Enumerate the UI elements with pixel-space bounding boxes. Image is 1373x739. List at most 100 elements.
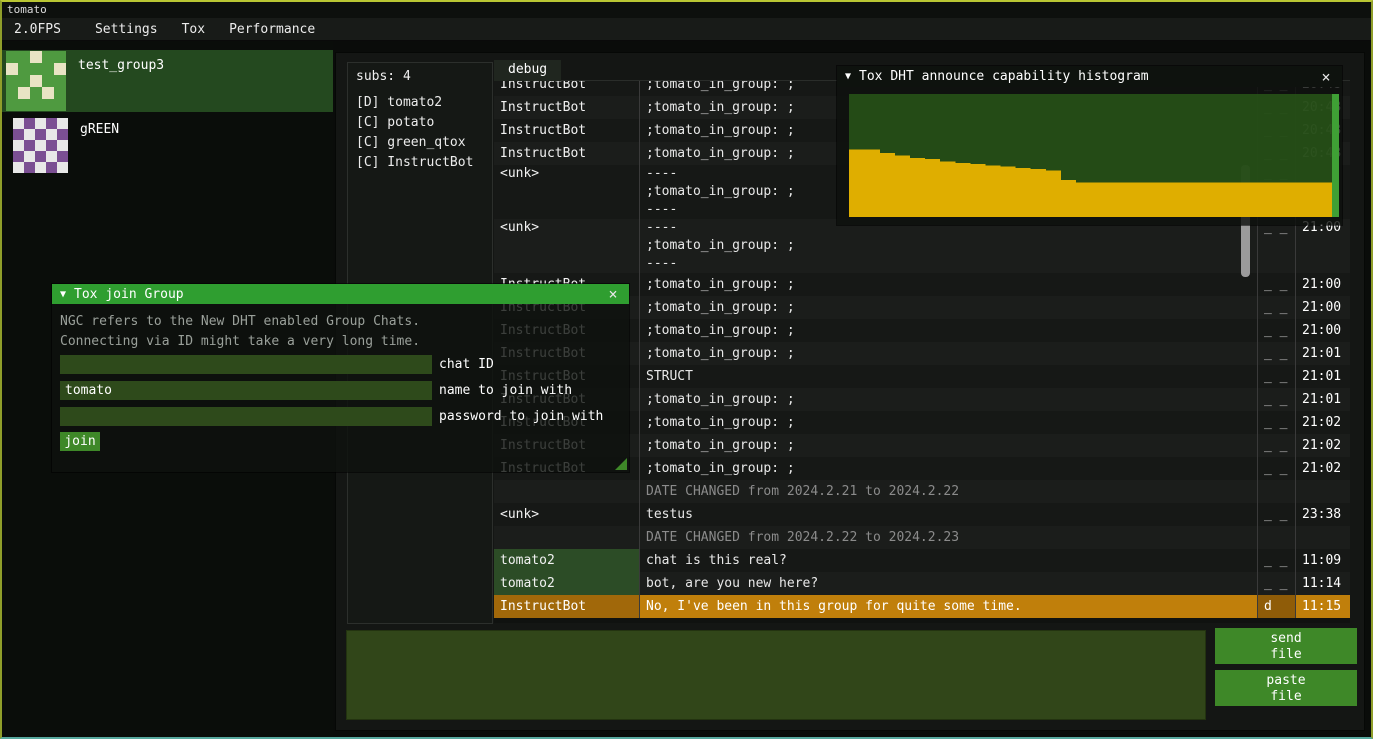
join-window-body: NGC refers to the New DHT enabled Group … (52, 304, 629, 472)
name-cell: <unk> (494, 503, 640, 526)
message-cell: ---- ;tomato_in_group: ; ---- (640, 219, 1258, 273)
name-cell: <unk> (494, 219, 640, 273)
message-cell: ;tomato_in_group: ; (640, 411, 1258, 434)
menu-item-fps: 2.0FPS (2, 18, 73, 41)
time-cell: 21:00 (1296, 319, 1350, 342)
join-group-window: ▼ Tox join Group × NGC refers to the New… (52, 284, 629, 472)
menu-item-performance[interactable]: Performance (217, 18, 327, 41)
chat-id-input[interactable] (60, 355, 432, 374)
message-cell: No, I've been in this group for quite so… (640, 595, 1258, 618)
window-title: tomato (7, 3, 47, 16)
resize-grip[interactable] (615, 458, 627, 470)
date-separator-row: DATE CHANGED from 2024.2.22 to 2024.2.23 (494, 526, 1350, 549)
message-cell: ;tomato_in_group: ; (640, 457, 1258, 480)
status-cell: _ _ (1258, 457, 1296, 480)
message-cell: ;tomato_in_group: ; (640, 342, 1258, 365)
name-cell: InstructBot (494, 142, 640, 165)
collapse-arrow-icon[interactable]: ▼ (60, 289, 66, 300)
name-cell: <unk> (494, 165, 640, 219)
time-cell: 21:01 (1296, 342, 1350, 365)
message-cell: ;tomato_in_group: ; (640, 434, 1258, 457)
member-tomato2[interactable]: [D] tomato2 (356, 93, 484, 113)
message-cell: chat is this real? (640, 549, 1258, 572)
message-row: tomato2bot, are you new here?_ _11:14 (494, 572, 1350, 595)
time-cell: 23:38 (1296, 503, 1350, 526)
close-icon[interactable]: × (1318, 68, 1334, 86)
time-cell: 11:14 (1296, 572, 1350, 595)
histogram-titlebar[interactable]: ▼ Tox DHT announce capability histogram … (837, 66, 1342, 87)
chat-id-row: chat ID (60, 355, 494, 374)
status-cell: d (1258, 595, 1296, 618)
subs-count: subs: 4 (356, 69, 484, 84)
histogram-body (837, 87, 1342, 225)
status-cell: _ _ (1258, 219, 1296, 273)
menu-item-tox[interactable]: Tox (170, 18, 217, 41)
message-cell: testus (640, 503, 1258, 526)
status-cell: _ _ (1258, 572, 1296, 595)
contact-gREEN[interactable]: gREEN (2, 114, 333, 176)
date-separator-row: DATE CHANGED from 2024.2.21 to 2024.2.22 (494, 480, 1350, 503)
join-name-row: name to join with (60, 381, 572, 400)
histogram-plot (849, 94, 1332, 217)
join-password-row: password to join with (60, 407, 603, 426)
app-window: tomato 2.0FPS SettingsToxPerformance test… (0, 0, 1373, 739)
member-list: [D] tomato2[C] potato[C] green_qtox[C] I… (356, 93, 484, 173)
time-cell: 21:00 (1296, 219, 1350, 273)
status-cell: _ _ (1258, 319, 1296, 342)
join-window-titlebar[interactable]: ▼ Tox join Group × (52, 284, 629, 304)
message-cell: DATE CHANGED from 2024.2.21 to 2024.2.22 (640, 480, 1258, 503)
contact-test_group3[interactable]: test_group3 (2, 50, 333, 112)
message-input[interactable] (346, 630, 1206, 720)
member-green_qtox[interactable]: [C] green_qtox (356, 133, 484, 153)
member-potato[interactable]: [C] potato (356, 113, 484, 133)
tab-debug[interactable]: debug (494, 60, 561, 81)
join-password-label: password to join with (439, 409, 603, 424)
time-cell: 21:00 (1296, 273, 1350, 296)
send-file-button[interactable]: send file (1215, 628, 1357, 664)
status-cell: _ _ (1258, 549, 1296, 572)
contact-name: test_group3 (78, 58, 164, 73)
contact-avatar (6, 51, 66, 111)
time-cell: 21:01 (1296, 388, 1350, 411)
status-cell (1258, 526, 1296, 549)
status-cell (1258, 480, 1296, 503)
name-cell: InstructBot (494, 119, 640, 142)
name-cell: InstructBot (494, 96, 640, 119)
message-cell: ;tomato_in_group: ; (640, 296, 1258, 319)
name-cell (494, 526, 640, 549)
name-cell: tomato2 (494, 572, 640, 595)
contact-avatar (13, 118, 68, 173)
join-window-title: Tox join Group (74, 287, 184, 302)
join-desc-line-2: Connecting via ID might take a very long… (52, 332, 629, 352)
join-button[interactable]: join (60, 432, 100, 451)
message-row: tomato2chat is this real?_ _11:09 (494, 549, 1350, 572)
member-InstructBot[interactable]: [C] InstructBot (356, 153, 484, 173)
time-cell: 21:02 (1296, 411, 1350, 434)
join-desc-line-1: NGC refers to the New DHT enabled Group … (52, 312, 629, 332)
histogram-window: ▼ Tox DHT announce capability histogram … (837, 66, 1342, 225)
time-cell: 21:02 (1296, 457, 1350, 480)
status-cell: _ _ (1258, 411, 1296, 434)
time-cell: 11:09 (1296, 549, 1350, 572)
chat-id-label: chat ID (439, 357, 494, 372)
menu-item-settings[interactable]: Settings (83, 18, 170, 41)
join-password-input[interactable] (60, 407, 432, 426)
join-name-input[interactable] (60, 381, 432, 400)
time-cell: 11:15 (1296, 595, 1350, 618)
time-cell: 21:01 (1296, 365, 1350, 388)
message-cell: DATE CHANGED from 2024.2.22 to 2024.2.23 (640, 526, 1258, 549)
close-icon[interactable]: × (605, 285, 621, 303)
histogram-title: Tox DHT announce capability histogram (859, 69, 1149, 84)
paste-file-button[interactable]: paste file (1215, 670, 1357, 706)
name-cell (494, 480, 640, 503)
time-cell: 21:00 (1296, 296, 1350, 319)
name-cell: tomato2 (494, 549, 640, 572)
collapse-arrow-icon[interactable]: ▼ (845, 71, 851, 82)
time-cell (1296, 480, 1350, 503)
message-cell: STRUCT (640, 365, 1258, 388)
message-cell: bot, are you new here? (640, 572, 1258, 595)
status-cell: _ _ (1258, 388, 1296, 411)
message-cell: ;tomato_in_group: ; (640, 388, 1258, 411)
message-cell: ;tomato_in_group: ; (640, 319, 1258, 342)
contact-name: gREEN (80, 122, 119, 137)
